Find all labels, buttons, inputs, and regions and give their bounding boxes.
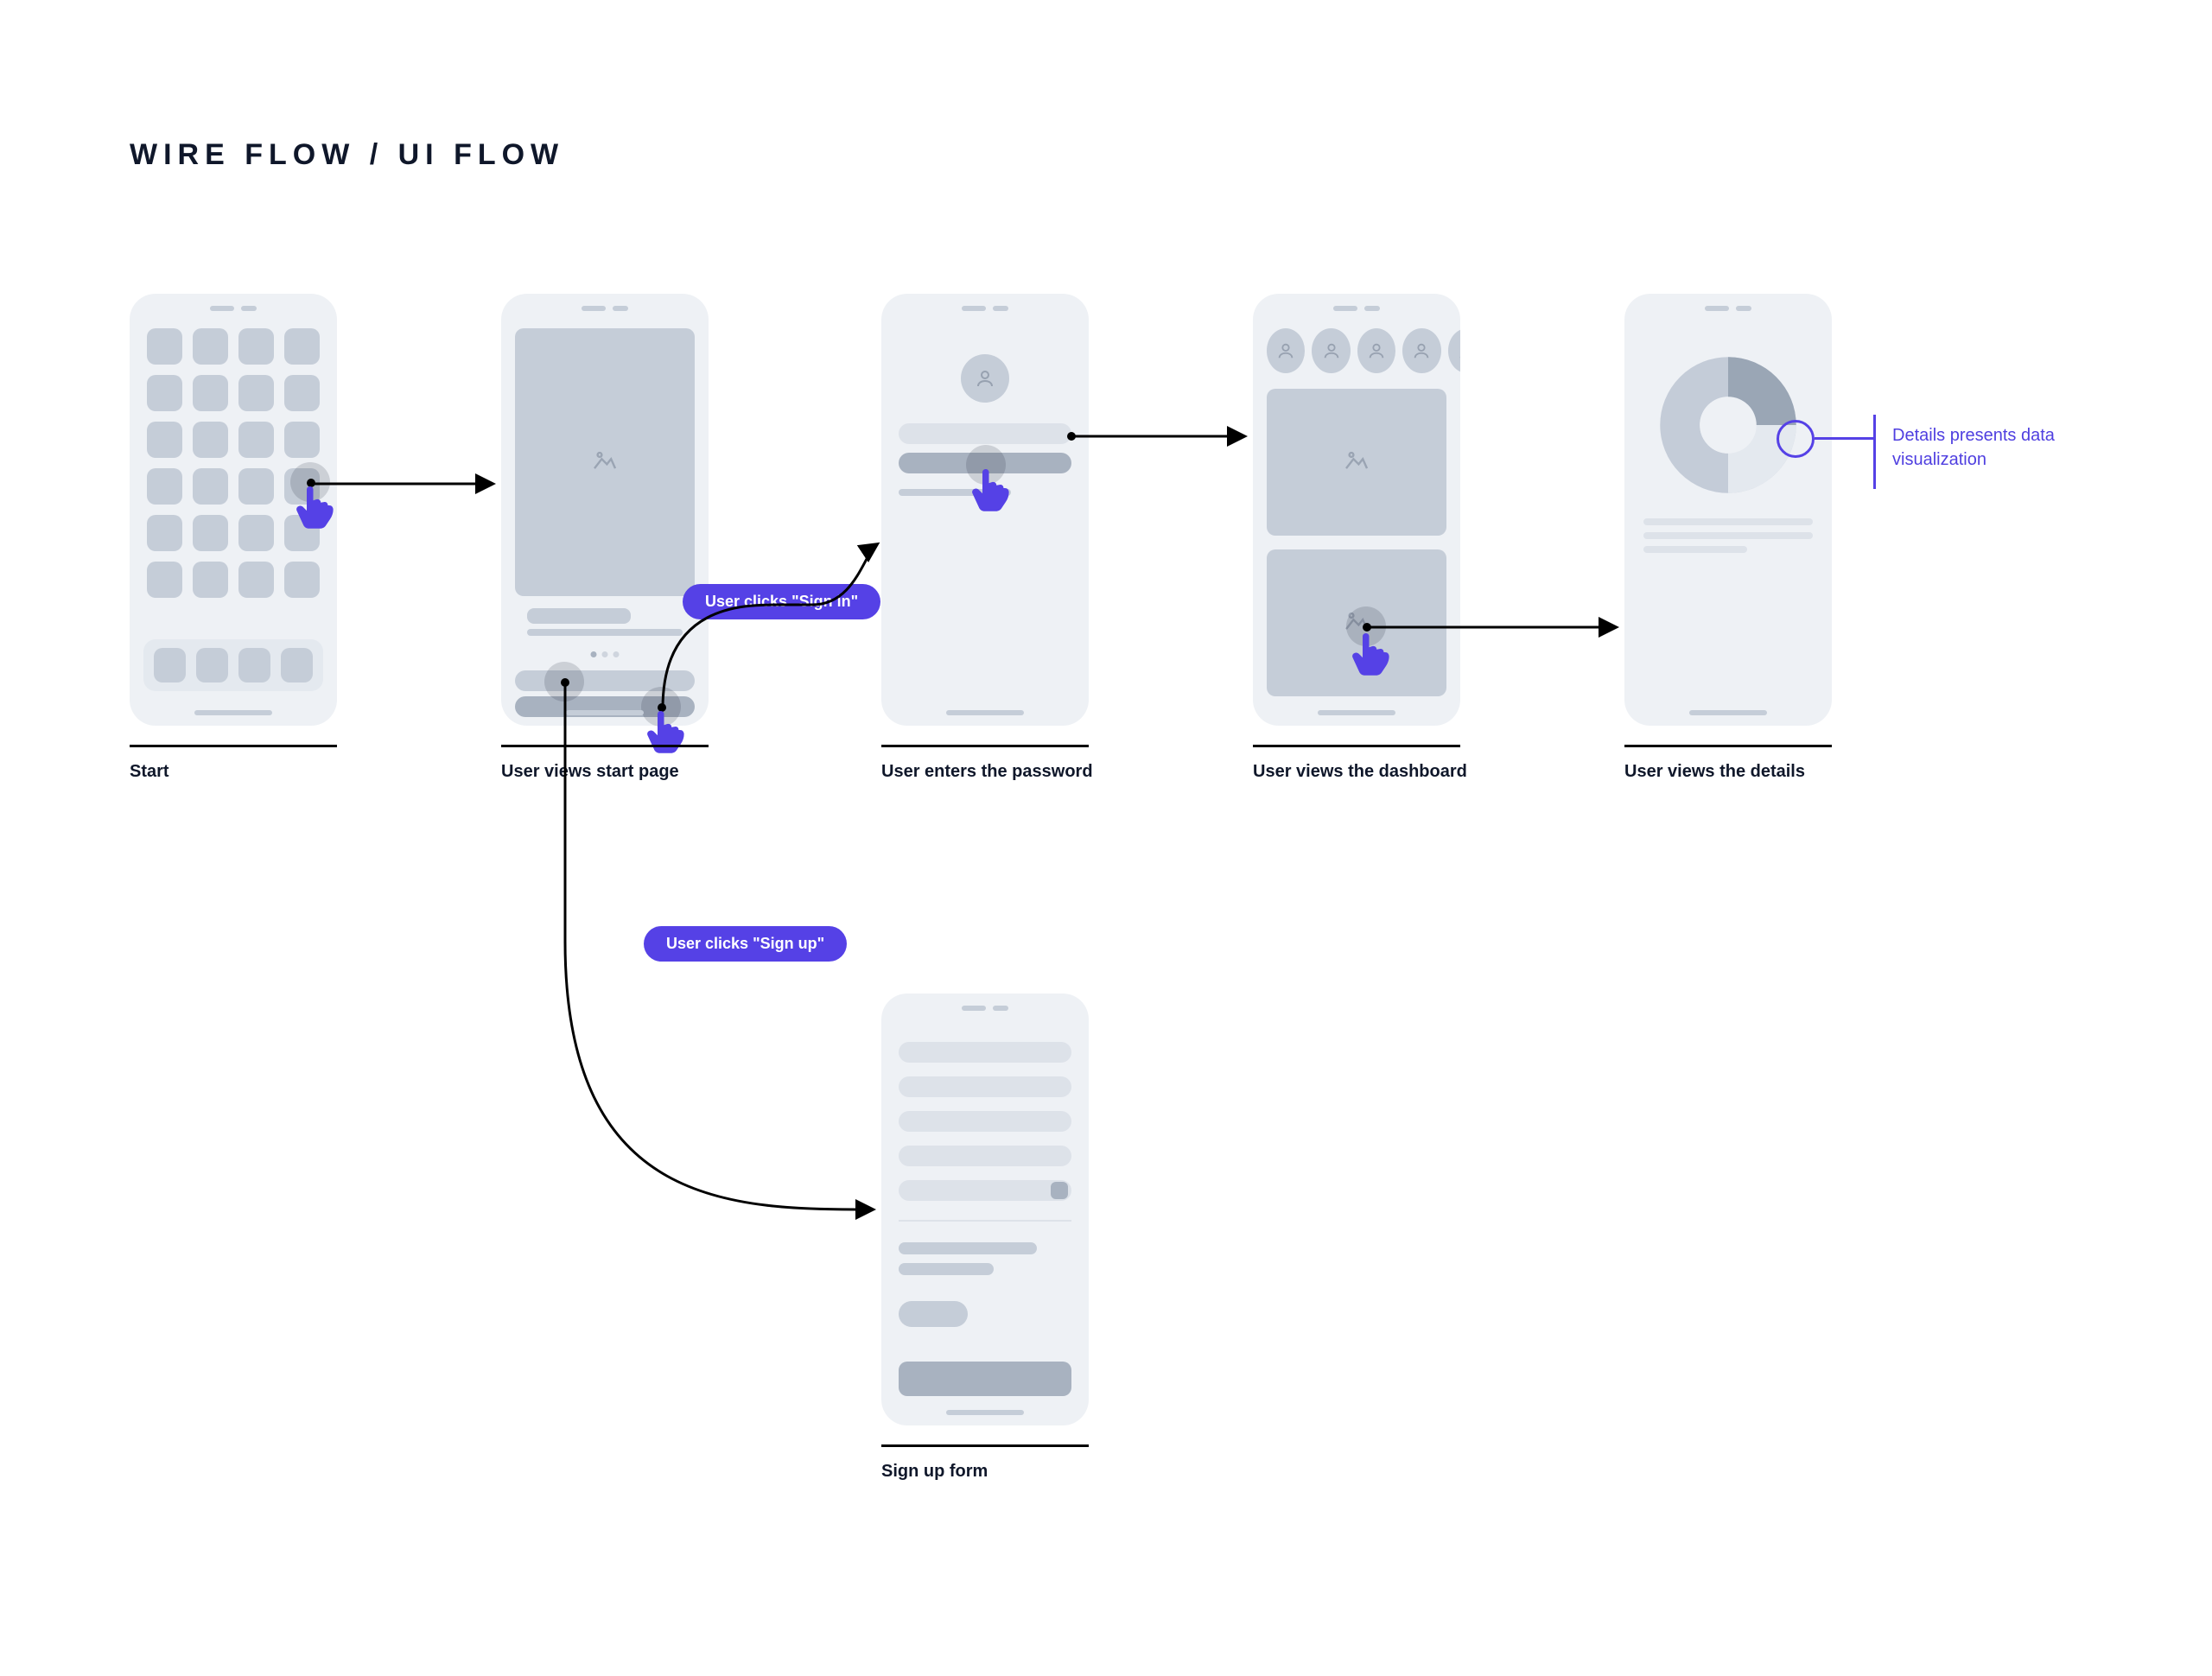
- pointer-hand-icon: [969, 465, 1013, 521]
- chip: [899, 1301, 968, 1327]
- pointer-hand-icon: [294, 482, 337, 538]
- divider: [899, 1220, 1071, 1222]
- annotation-connector: [1815, 437, 1875, 440]
- avatar: [961, 354, 1009, 403]
- dock-app: [154, 648, 186, 682]
- home-indicator: [194, 710, 272, 715]
- page-dots: [591, 651, 620, 657]
- submit-button[interactable]: [899, 1362, 1071, 1396]
- connector-dot: [561, 678, 569, 687]
- action-pill-signin: User clicks "Sign in": [683, 584, 880, 619]
- pointer-hand-icon: [645, 707, 688, 763]
- caption-details: User views the details: [1624, 760, 1805, 784]
- screen-dashboard: [1253, 294, 1460, 726]
- pointer-hand-icon: [1350, 629, 1393, 685]
- flow-arrows: [0, 0, 2212, 1676]
- field-3[interactable]: [899, 1111, 1071, 1132]
- field-4[interactable]: [899, 1146, 1071, 1166]
- screen-details: [1624, 294, 1832, 726]
- caption-password: User enters the password: [881, 760, 1093, 784]
- hero-image: [515, 328, 695, 596]
- connector-dot: [1067, 432, 1076, 441]
- detail-line: [1643, 532, 1813, 539]
- screen-password: [881, 294, 1089, 726]
- headline: [527, 608, 631, 624]
- caption-start-page: User views start page: [501, 760, 679, 784]
- caption-start: Start: [130, 760, 169, 784]
- avatar-icon: [1267, 328, 1305, 373]
- caption-rule: [501, 745, 709, 747]
- screen-start-page: [501, 294, 709, 726]
- caption-dashboard: User views the dashboard: [1253, 760, 1467, 784]
- field-5[interactable]: [899, 1180, 1071, 1201]
- field-2[interactable]: [899, 1076, 1071, 1097]
- app-icon: [147, 328, 182, 365]
- donut-chart: [1657, 354, 1799, 500]
- screen-start: [130, 294, 337, 726]
- caption-rule: [130, 745, 337, 747]
- card-1: [1267, 389, 1446, 536]
- image-icon: [592, 450, 618, 475]
- annotation-circle: [1777, 420, 1815, 458]
- image-icon: [1344, 450, 1370, 475]
- screen-signup-form: [881, 994, 1089, 1425]
- phone-speaker: [210, 306, 257, 311]
- dock: [143, 639, 323, 691]
- page-title: WIRE FLOW / UI FLOW: [130, 138, 564, 172]
- toggle-icon: [1051, 1182, 1068, 1199]
- detail-line: [1643, 518, 1813, 525]
- username-field[interactable]: [899, 423, 1071, 444]
- app-grid: [147, 328, 320, 598]
- caption-signup: Sign up form: [881, 1460, 988, 1483]
- subline: [527, 629, 683, 636]
- annotation-text: Details presents data visualization: [1892, 423, 2134, 472]
- text-line: [899, 1263, 994, 1275]
- story-avatars: [1267, 328, 1460, 373]
- action-pill-signup: User clicks "Sign up": [644, 926, 847, 962]
- text-line: [899, 1242, 1037, 1254]
- field-1[interactable]: [899, 1042, 1071, 1063]
- detail-line: [1643, 546, 1747, 553]
- annotation-connector: [1873, 415, 1876, 489]
